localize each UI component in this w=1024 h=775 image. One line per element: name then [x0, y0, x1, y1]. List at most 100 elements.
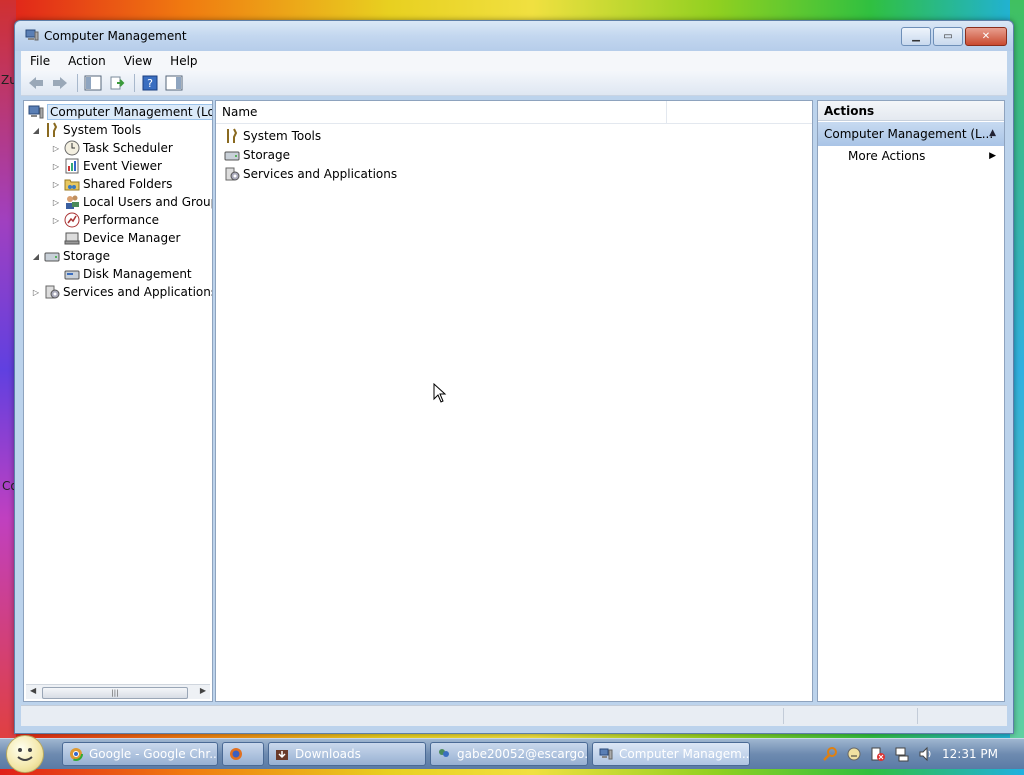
close-button[interactable]: ✕ — [965, 27, 1007, 46]
expand-arrow-icon[interactable]: ▷ — [50, 216, 62, 225]
tree-item-event-viewer[interactable]: ▷ Event Viewer — [50, 157, 162, 175]
computer-management-icon — [28, 105, 44, 119]
chrome-icon — [69, 747, 83, 761]
mouse-cursor-icon — [433, 383, 447, 403]
start-button[interactable] — [6, 735, 44, 773]
menu-action[interactable]: Action — [59, 51, 115, 71]
menu-view[interactable]: View — [115, 51, 161, 71]
list-header: Name — [216, 101, 812, 124]
show-hide-action-pane-button[interactable] — [163, 73, 185, 93]
tree-item-system-tools[interactable]: ◢ System Tools — [30, 121, 141, 139]
horizontal-scrollbar[interactable]: ◀ ||| ▶ — [26, 684, 210, 699]
computer-management-window: Computer Management ▁ ▭ ✕ File Action Vi… — [14, 20, 1014, 734]
status-bar — [21, 705, 1007, 726]
tree-item-computer-management[interactable]: Computer Management (Local — [26, 103, 212, 121]
more-actions-link[interactable]: More Actions — [848, 149, 925, 163]
tree-item-label: Storage — [63, 249, 110, 263]
expand-arrow-icon[interactable]: ▷ — [50, 144, 62, 153]
back-button[interactable] — [25, 73, 47, 93]
list-item-storage[interactable]: Storage — [222, 146, 290, 164]
forward-button[interactable] — [49, 73, 71, 93]
tree-item-disk-management[interactable]: Disk Management — [62, 265, 192, 283]
list-item-label: Storage — [243, 148, 290, 162]
performance-icon — [64, 212, 80, 228]
scroll-left-icon[interactable]: ◀ — [30, 686, 36, 695]
clock-icon — [64, 140, 80, 156]
tree-item-device-manager[interactable]: Device Manager — [62, 229, 180, 247]
actions-section-header[interactable]: Computer Management (L... ▲ — [818, 122, 1004, 146]
submenu-arrow-icon[interactable]: ▶ — [989, 151, 996, 161]
column-divider[interactable] — [666, 101, 667, 123]
event-viewer-icon — [65, 158, 79, 174]
taskbar-item-escargot[interactable]: gabe20052@escargo... — [430, 742, 588, 766]
back-arrow-icon — [29, 77, 43, 89]
list-item-label: Services and Applications — [243, 167, 398, 181]
taskbar: Google - Google Chr... Downloads gabe200… — [0, 735, 1024, 773]
computer-management-icon — [25, 29, 39, 41]
downloads-folder-icon — [276, 750, 288, 760]
help-button[interactable]: ? — [139, 73, 161, 93]
forward-arrow-icon — [53, 77, 67, 89]
tree-item-performance[interactable]: ▷ Performance — [50, 211, 159, 229]
scroll-right-icon[interactable]: ▶ — [200, 686, 206, 695]
list-item-services-applications[interactable]: Services and Applications — [222, 165, 397, 183]
services-icon — [45, 285, 60, 299]
column-header-name[interactable]: Name — [222, 105, 257, 119]
collapse-arrow-icon[interactable]: ◢ — [30, 252, 42, 261]
search-icon[interactable] — [822, 746, 838, 762]
menu-file[interactable]: File — [21, 51, 59, 71]
expand-arrow-icon[interactable]: ▷ — [50, 198, 62, 207]
tree-item-task-scheduler[interactable]: ▷ Task Scheduler — [50, 139, 173, 157]
tree-item-label: Task Scheduler — [83, 141, 173, 155]
title-bar[interactable]: Computer Management ▁ ▭ ✕ — [15, 21, 1013, 51]
disk-management-icon — [64, 270, 80, 280]
export-list-button[interactable] — [106, 73, 128, 93]
tree-item-local-users-groups[interactable]: ▷ Local Users and Groups — [50, 193, 213, 211]
status-divider — [917, 708, 918, 724]
taskbar-item-chrome[interactable]: Google - Google Chr... — [62, 742, 218, 766]
taskbar-item-computer-management[interactable]: Computer Managem... — [592, 742, 750, 766]
tree-item-label: Computer Management (Local — [47, 104, 212, 120]
help-icon: ? — [142, 75, 158, 91]
show-hide-tree-icon — [84, 75, 102, 91]
device-manager-icon — [64, 232, 80, 245]
taskbar-item-label: gabe20052@escargo... — [457, 747, 588, 761]
scrollbar-thumb[interactable]: ||| — [42, 687, 188, 699]
menu-bar: File Action View Help — [21, 51, 1007, 71]
taskbar-clock[interactable]: 12:31 PM — [942, 747, 998, 761]
maximize-icon: ▭ — [943, 31, 953, 42]
tree-item-label: Event Viewer — [83, 159, 162, 173]
tree-item-label: System Tools — [63, 123, 142, 137]
taskbar-item-firefox[interactable] — [222, 742, 264, 766]
collapse-arrow-icon[interactable]: ◢ — [30, 126, 42, 135]
tree-item-storage[interactable]: ◢ Storage — [30, 247, 110, 265]
services-icon — [225, 167, 240, 181]
minimize-button[interactable]: ▁ — [901, 27, 931, 46]
collapse-up-icon[interactable]: ▲ — [989, 128, 996, 138]
maximize-button[interactable]: ▭ — [933, 27, 963, 46]
start-orb-icon — [17, 748, 33, 761]
storage-icon — [44, 252, 60, 262]
tree-item-services-applications[interactable]: ▷ Services and Applications — [30, 283, 212, 301]
smiley-icon[interactable] — [846, 746, 862, 762]
svg-text:?: ? — [147, 77, 153, 90]
expand-arrow-icon[interactable]: ▷ — [30, 288, 42, 297]
console-tree-pane[interactable]: Computer Management (Local ◢ System Tool… — [23, 100, 213, 702]
security-alert-icon[interactable] — [870, 746, 886, 762]
show-hide-console-tree-button[interactable] — [82, 73, 104, 93]
menu-help[interactable]: Help — [161, 51, 206, 71]
volume-icon[interactable] — [918, 746, 934, 762]
network-icon[interactable] — [894, 746, 910, 762]
taskbar-item-label: Google - Google Chr... — [89, 747, 218, 761]
actions-pane: Actions Computer Management (L... ▲ More… — [817, 100, 1005, 702]
taskbar-item-downloads[interactable]: Downloads — [268, 742, 426, 766]
computer-management-icon — [599, 748, 613, 760]
expand-arrow-icon[interactable]: ▷ — [50, 162, 62, 171]
tree-item-label: Local Users and Groups — [83, 195, 213, 209]
tree-item-label: Device Manager — [83, 231, 181, 245]
users-icon — [66, 195, 79, 209]
tree-item-shared-folders[interactable]: ▷ Shared Folders — [50, 175, 172, 193]
list-item-system-tools[interactable]: System Tools — [222, 127, 321, 145]
content-pane[interactable]: Name System Tools Storage Services and A… — [215, 100, 813, 702]
expand-arrow-icon[interactable]: ▷ — [50, 180, 62, 189]
